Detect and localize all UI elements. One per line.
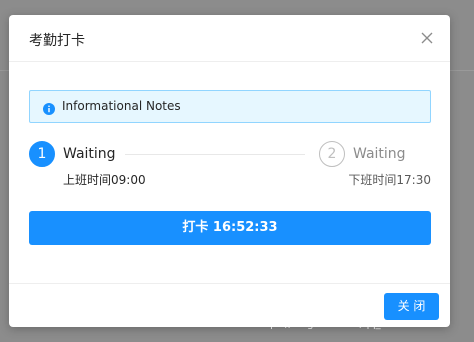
- step-2-description: 下班时间17:30: [348, 173, 431, 187]
- info-alert: Informational Notes: [29, 90, 431, 123]
- step-1-number: 1: [29, 141, 55, 167]
- punch-steps: 1 Waiting 2 Waiting 上班时间09:00 下班时间17:30: [29, 141, 431, 191]
- step-connector: [125, 154, 305, 155]
- attendance-modal: 考勤打卡 Informational Notes 1 Waiting 2 Wai…: [9, 15, 450, 327]
- info-icon: [43, 100, 55, 115]
- step-2-number: 2: [319, 141, 345, 167]
- modal-header: 考勤打卡: [9, 15, 450, 62]
- close-button[interactable]: 关 闭: [384, 293, 439, 320]
- step-1-title: Waiting: [63, 146, 116, 162]
- alert-text: Informational Notes: [62, 99, 181, 113]
- punch-button[interactable]: 打卡 16:52:33: [29, 211, 431, 245]
- step-1-description: 上班时间09:00: [63, 173, 146, 187]
- step-2-title: Waiting: [353, 146, 406, 162]
- watermark-text: https://blog.csdn.net/qq_40516557: [256, 319, 432, 330]
- close-icon[interactable]: [420, 31, 434, 45]
- modal-title: 考勤打卡: [29, 33, 85, 49]
